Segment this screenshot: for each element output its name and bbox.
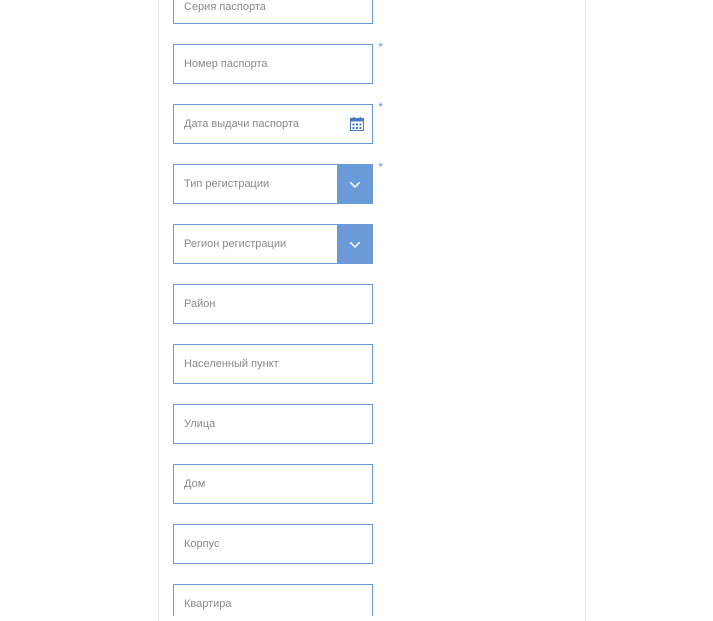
apartment-input[interactable]: Квартира	[173, 584, 373, 616]
passport-series-label: Серия паспорта	[184, 1, 266, 13]
passport-date-input[interactable]: Дата выдачи паспорта	[173, 104, 373, 144]
locality-label: Населенный пункт	[184, 358, 279, 370]
reg-type-select[interactable]: Тип регистрации	[173, 164, 373, 204]
street-label: Улица	[184, 418, 215, 430]
apartment-label: Квартира	[184, 598, 232, 610]
locality-input[interactable]: Населенный пункт	[173, 344, 373, 384]
passport-number-input[interactable]: Номер паспорта	[173, 44, 373, 84]
required-mark: *	[378, 160, 383, 174]
house-row: Дом	[173, 464, 373, 504]
passport-series-input[interactable]: Серия паспорта	[173, 0, 373, 24]
reg-type-text: Тип регистрации	[173, 164, 337, 204]
passport-date-label: Дата выдачи паспорта	[184, 118, 299, 130]
district-label: Район	[184, 298, 215, 310]
reg-type-label: Тип регистрации	[184, 178, 269, 190]
street-input[interactable]: Улица	[173, 404, 373, 444]
calendar-icon[interactable]	[350, 117, 364, 131]
building-input[interactable]: Корпус	[173, 524, 373, 564]
building-row: Корпус	[173, 524, 373, 564]
passport-number-label: Номер паспорта	[184, 58, 267, 70]
district-row: Район	[173, 284, 373, 324]
reg-type-row: Тип регистрации *	[173, 164, 373, 204]
house-input[interactable]: Дом	[173, 464, 373, 504]
chevron-down-icon	[350, 175, 360, 193]
house-label: Дом	[184, 478, 205, 490]
form-container: Серия паспорта Номер паспорта * Дата выд…	[158, 0, 586, 621]
building-label: Корпус	[184, 538, 219, 550]
district-input[interactable]: Район	[173, 284, 373, 324]
required-mark: *	[378, 40, 383, 54]
reg-region-text: Регион регистрации	[173, 224, 337, 264]
passport-number-row: Номер паспорта *	[173, 44, 373, 84]
passport-date-row: Дата выдачи паспорта *	[173, 104, 373, 144]
street-row: Улица	[173, 404, 373, 444]
reg-region-row: Регион регистрации	[173, 224, 373, 264]
reg-type-dropdown-button[interactable]	[337, 164, 373, 204]
required-mark: *	[378, 100, 383, 114]
reg-region-select[interactable]: Регион регистрации	[173, 224, 373, 264]
chevron-down-icon	[350, 235, 360, 253]
locality-row: Населенный пункт	[173, 344, 373, 384]
reg-region-label: Регион регистрации	[184, 238, 286, 250]
reg-region-dropdown-button[interactable]	[337, 224, 373, 264]
